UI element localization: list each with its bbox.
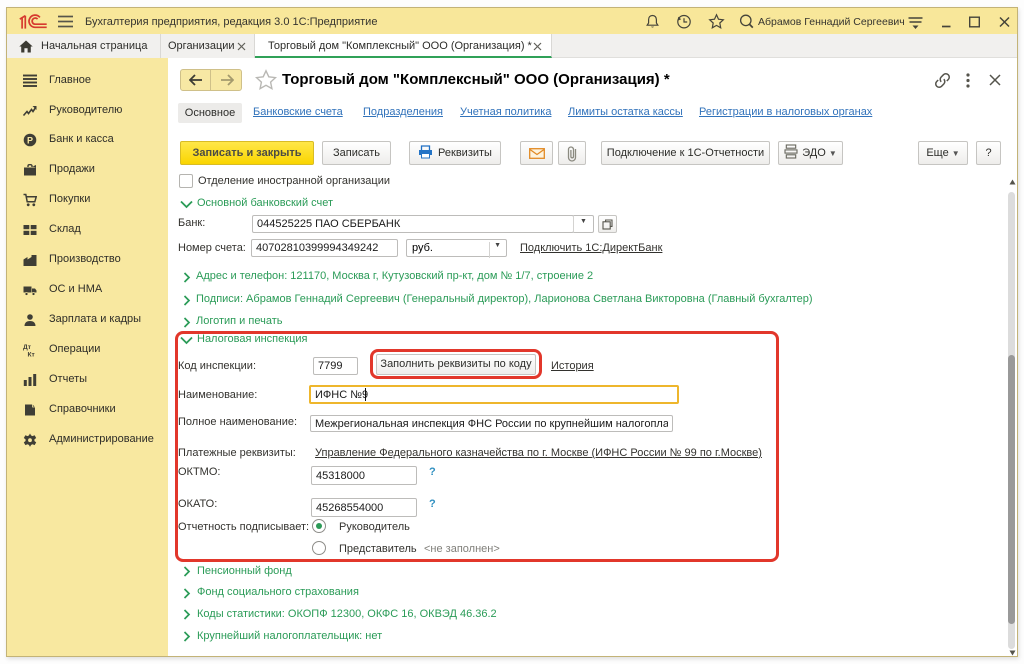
svg-text:P: P	[27, 135, 33, 145]
svg-text:Кт: Кт	[28, 352, 36, 358]
svg-text:Дт: Дт	[23, 344, 32, 351]
